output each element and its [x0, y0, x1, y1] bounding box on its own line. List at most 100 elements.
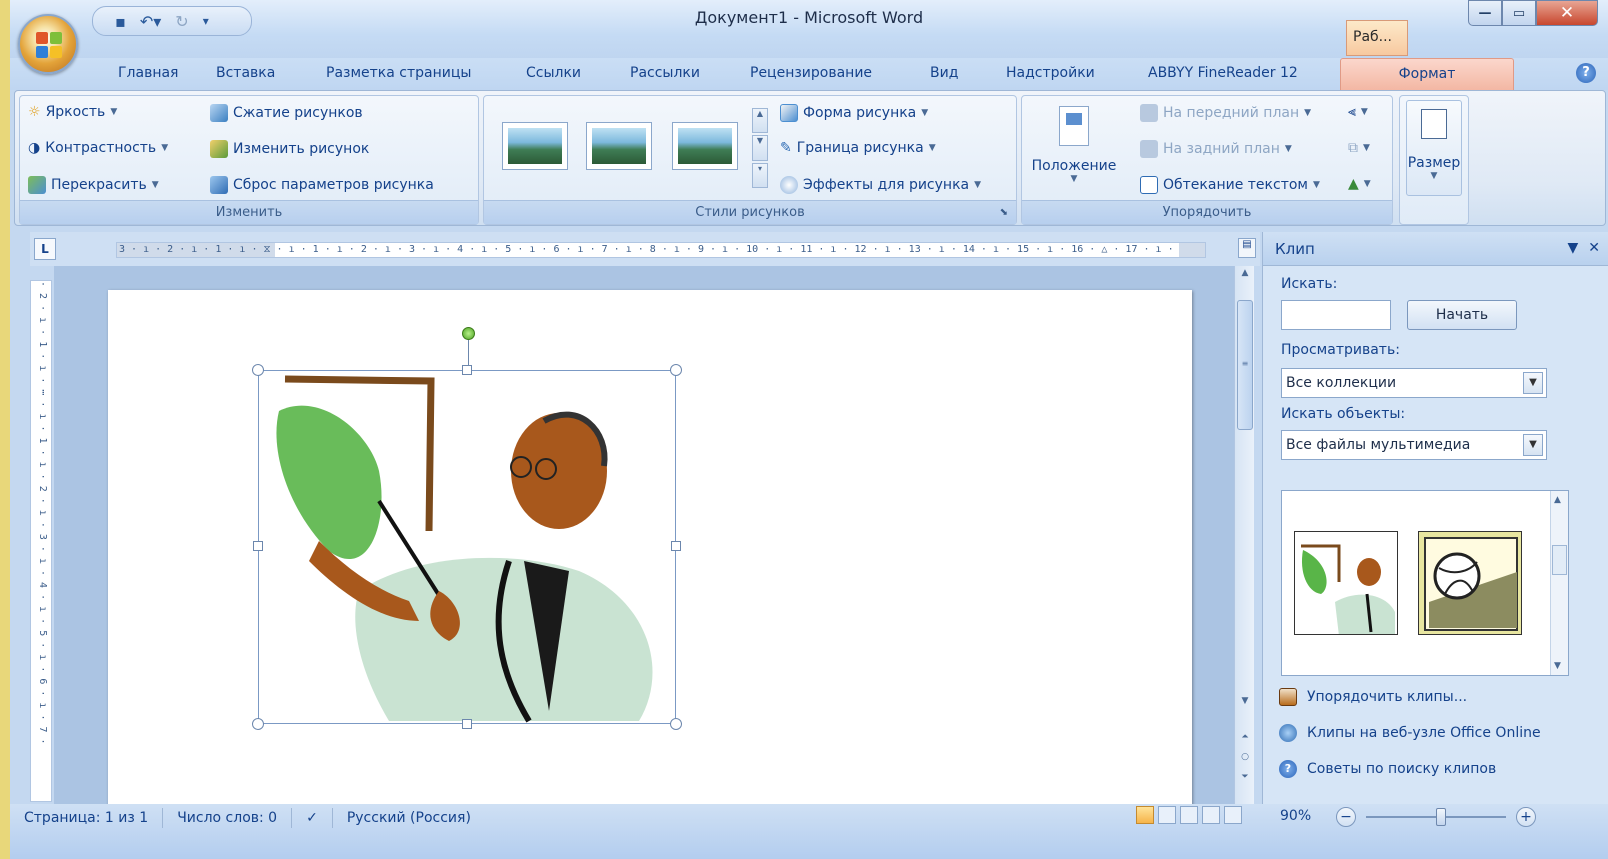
clip-search-input[interactable]: [1281, 300, 1391, 330]
results-scroll-thumb[interactable]: [1552, 545, 1567, 575]
group-label-styles: Стили рисунков ⬊: [484, 200, 1016, 224]
recolor-icon: [28, 176, 46, 194]
tab-format[interactable]: Формат: [1340, 58, 1514, 92]
bring-front-button[interactable]: На передний план ▼: [1140, 104, 1311, 122]
print-layout-view-button[interactable]: [1136, 806, 1154, 824]
results-scroll-up[interactable]: ▲: [1554, 495, 1561, 505]
pane-close-icon[interactable]: ✕: [1588, 240, 1600, 256]
browse-label: Просматривать:: [1281, 342, 1400, 358]
office-button[interactable]: [18, 14, 78, 74]
results-scroll-down[interactable]: ▼: [1554, 661, 1561, 671]
tab-abbyy[interactable]: ABBYY FineReader 12: [1148, 65, 1298, 81]
group-change: ☼ Яркость ▼ ◑ Контрастность ▼ Перекрасить ▼…: [19, 95, 479, 225]
zoom-in-button[interactable]: +: [1516, 807, 1536, 827]
resize-handle-e[interactable]: [671, 541, 681, 551]
page-count-status[interactable]: Страница: 1 из 1: [10, 808, 164, 828]
proofing-status[interactable]: ✓: [292, 808, 333, 828]
outline-view-button[interactable]: [1202, 806, 1220, 824]
next-page-button[interactable]: ⏷: [1237, 772, 1253, 788]
picture-effects-button[interactable]: Эффекты для рисунка ▼: [780, 176, 981, 194]
vertical-scrollbar[interactable]: ▲ ≡ ▼ ⏶ ○ ⏷: [1234, 266, 1254, 804]
scroll-up-button[interactable]: ▲: [1237, 268, 1253, 284]
search-tips-link[interactable]: ? Советы по поиску клипов: [1279, 760, 1496, 778]
gallery-more-button[interactable]: ▾: [752, 162, 768, 188]
resize-handle-nw[interactable]: [252, 364, 264, 376]
taskbar-tab-hint[interactable]: Раб...: [1346, 20, 1408, 56]
resize-handle-w[interactable]: [253, 541, 263, 551]
reset-picture-button[interactable]: Сброс параметров рисунка: [210, 176, 434, 194]
selected-clipart-picture[interactable]: [252, 327, 682, 730]
maximize-button[interactable]: ▭: [1502, 0, 1536, 26]
tab-review[interactable]: Рецензирование: [750, 65, 872, 81]
size-button[interactable]: Размер ▼: [1406, 100, 1462, 196]
scroll-down-button[interactable]: ▼: [1237, 696, 1253, 712]
gallery-up-button[interactable]: ▲: [752, 108, 768, 134]
tab-mailings[interactable]: Рассылки: [630, 65, 700, 81]
resize-handle-s[interactable]: [462, 719, 472, 729]
previous-page-button[interactable]: ⏶: [1237, 732, 1253, 748]
send-back-button[interactable]: На задний план ▼: [1140, 140, 1292, 158]
align-button[interactable]: ⫷ ▼: [1348, 104, 1368, 120]
picture-style-3[interactable]: [672, 122, 738, 170]
browse-object-button[interactable]: ○: [1237, 752, 1253, 768]
organize-clips-link[interactable]: Упорядочить клипы...: [1279, 688, 1467, 706]
compress-pictures-button[interactable]: Сжатие рисунков: [210, 104, 363, 122]
full-screen-reading-view-button[interactable]: [1158, 806, 1176, 824]
word-count-status[interactable]: Число слов: 0: [163, 808, 293, 828]
picture-style-1[interactable]: [502, 122, 568, 170]
tab-references[interactable]: Ссылки: [526, 65, 581, 81]
clip-result-teacher[interactable]: [1294, 531, 1398, 635]
pane-menu-icon[interactable]: ▼: [1567, 240, 1578, 256]
help-icon[interactable]: ?: [1576, 63, 1596, 83]
group-size: Размер ▼: [1399, 95, 1469, 225]
zoom-out-button[interactable]: −: [1336, 807, 1356, 827]
tab-page-layout[interactable]: Разметка страницы: [326, 65, 471, 81]
position-button[interactable]: Положение ▼: [1026, 102, 1122, 198]
teacher-clipart-image: [276, 375, 653, 723]
gallery-down-button[interactable]: ▼: [752, 135, 768, 161]
resize-handle-se[interactable]: [670, 718, 682, 730]
rotate-icon: ▲: [1348, 176, 1359, 192]
recolor-button[interactable]: Перекрасить ▼: [28, 176, 159, 194]
tab-selector-button[interactable]: L: [34, 238, 56, 260]
rotate-button[interactable]: ▲ ▼: [1348, 176, 1371, 192]
minimize-button[interactable]: —: [1468, 0, 1502, 26]
collections-select[interactable]: Все коллекции ▼: [1281, 368, 1547, 398]
draft-view-button[interactable]: [1224, 806, 1242, 824]
tab-home[interactable]: Главная: [118, 65, 178, 81]
clip-result-volleyball[interactable]: [1418, 531, 1522, 635]
tab-view[interactable]: Вид: [930, 65, 958, 81]
tab-addins[interactable]: Надстройки: [1006, 65, 1095, 81]
teacher-clip-thumbnail: [1301, 544, 1395, 634]
web-layout-view-button[interactable]: [1180, 806, 1198, 824]
group-objects-button[interactable]: ⧉ ▼: [1348, 140, 1370, 156]
results-scrollbar[interactable]: ▲ ▼: [1550, 491, 1568, 675]
picture-shape-button[interactable]: Форма рисунка ▼: [780, 104, 928, 122]
zoom-level[interactable]: 90%: [1280, 808, 1311, 824]
tab-insert[interactable]: Вставка: [216, 65, 275, 81]
document-page[interactable]: [108, 290, 1192, 804]
view-ruler-button[interactable]: ▤: [1238, 238, 1256, 258]
office-online-clips-link[interactable]: Клипы на веб-узле Office Online: [1279, 724, 1541, 742]
contrast-icon: ◑: [28, 140, 41, 156]
scroll-thumb[interactable]: ≡: [1237, 300, 1253, 430]
brightness-button[interactable]: ☼ Яркость ▼: [28, 104, 117, 120]
picture-style-2[interactable]: [586, 122, 652, 170]
text-wrap-button[interactable]: Обтекание текстом ▼: [1140, 176, 1320, 194]
picture-border-button[interactable]: ✎ Граница рисунка ▼: [780, 140, 936, 156]
rotation-handle[interactable]: [462, 327, 475, 340]
start-search-button[interactable]: Начать: [1407, 300, 1517, 330]
media-types-select[interactable]: Все файлы мультимедиа ▼: [1281, 430, 1547, 460]
chevron-down-icon[interactable]: ▼: [1523, 434, 1543, 456]
resize-handle-ne[interactable]: [670, 364, 682, 376]
chevron-down-icon[interactable]: ▼: [1523, 372, 1543, 394]
contrast-button[interactable]: ◑ Контрастность ▼: [28, 140, 168, 156]
change-picture-button[interactable]: Изменить рисунок: [210, 140, 369, 158]
ruler-scale[interactable]: 3 · ı · 2 · ı · 1 · ı · ⧖ · ı · 1 · ı · …: [116, 242, 1206, 258]
language-status[interactable]: Русский (Россия): [333, 808, 485, 828]
dialog-launcher-icon[interactable]: ⬊: [1000, 201, 1008, 225]
resize-handle-n[interactable]: [462, 365, 472, 375]
close-button[interactable]: ✕: [1536, 0, 1598, 26]
zoom-slider-knob[interactable]: [1436, 808, 1446, 826]
resize-handle-sw[interactable]: [252, 718, 264, 730]
